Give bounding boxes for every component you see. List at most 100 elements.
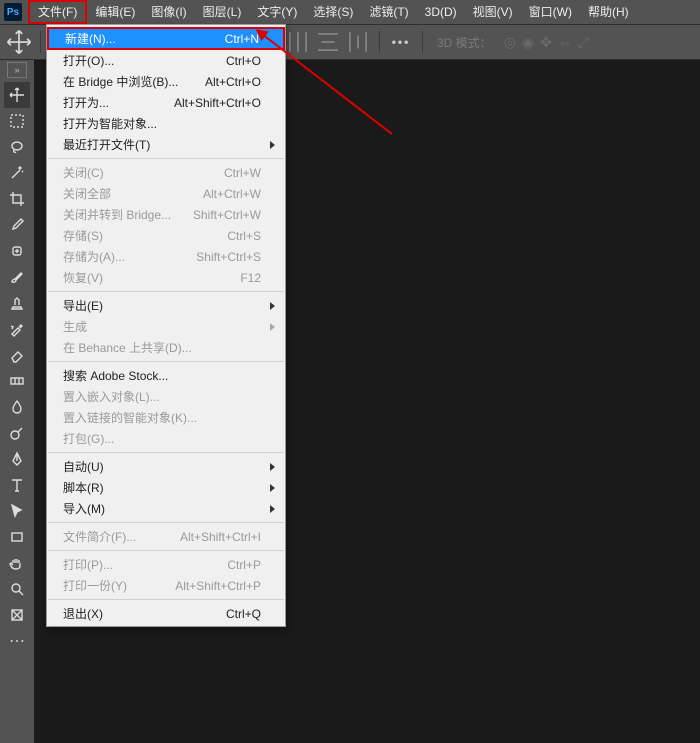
menu-item-自动U[interactable]: 自动(U) <box>47 456 285 477</box>
menu-item-label: 搜索 Adobe Stock... <box>63 367 261 384</box>
menu-图像[interactable]: 图像(I) <box>143 0 194 24</box>
menu-item-label: 打印(P)... <box>63 556 227 573</box>
menu-视图[interactable]: 视图(V) <box>465 0 521 24</box>
eraser-tool[interactable] <box>4 342 30 368</box>
menu-item-shortcut: Alt+Shift+Ctrl+I <box>180 530 261 544</box>
eyedropper-tool[interactable] <box>4 212 30 238</box>
slide-icon[interactable]: ⇔ <box>558 34 572 51</box>
menu-separator <box>48 522 284 523</box>
menu-窗口[interactable]: 窗口(W) <box>521 0 580 24</box>
menu-item-退出X[interactable]: 退出(X)Ctrl+Q <box>47 603 285 624</box>
brush-tool[interactable] <box>4 264 30 290</box>
menu-item-label: 关闭(C) <box>63 164 224 181</box>
marquee-tool[interactable] <box>4 108 30 134</box>
path-selection-tool[interactable] <box>4 498 30 524</box>
menu-文字[interactable]: 文字(Y) <box>249 0 305 24</box>
distribute-vcenter-icon[interactable] <box>285 29 311 55</box>
menu-item-关闭并转到-Bridge: 关闭并转到 Bridge...Shift+Ctrl+W <box>47 204 285 225</box>
menu-item-label: 生成 <box>63 318 261 335</box>
menu-item-shortcut: Alt+Shift+Ctrl+O <box>174 96 261 110</box>
menu-separator <box>48 158 284 159</box>
zoom-tool[interactable] <box>4 576 30 602</box>
separator <box>379 31 380 53</box>
menu-item-打开为[interactable]: 打开为...Alt+Shift+Ctrl+O <box>47 92 285 113</box>
healing-brush-tool[interactable] <box>4 238 30 264</box>
menu-item-最近打开文件T[interactable]: 最近打开文件(T) <box>47 134 285 155</box>
menu-item-导出E[interactable]: 导出(E) <box>47 295 285 316</box>
menu-separator <box>48 550 284 551</box>
menu-item-shortcut: Alt+Shift+Ctrl+P <box>175 579 261 593</box>
menu-item-label: 关闭并转到 Bridge... <box>63 206 193 223</box>
menu-item-label: 退出(X) <box>63 605 226 622</box>
menu-item-label: 存储为(A)... <box>63 248 196 265</box>
orbit-icon[interactable]: ◎ <box>504 34 516 51</box>
menu-item-搜索-Adobe-Stock[interactable]: 搜索 Adobe Stock... <box>47 365 285 386</box>
menu-编辑[interactable]: 编辑(E) <box>87 0 143 24</box>
history-brush-tool[interactable] <box>4 316 30 342</box>
dodge-tool[interactable] <box>4 420 30 446</box>
edit-toolbar-icon[interactable]: ⋯ <box>4 628 30 654</box>
left-toolbar: » ⋯ <box>0 58 34 743</box>
menu-帮助[interactable]: 帮助(H) <box>580 0 637 24</box>
menu-item-打包G: 打包(G)... <box>47 428 285 449</box>
menu-item-新建N[interactable]: 新建(N)...Ctrl+N <box>47 27 285 50</box>
more-options-icon[interactable]: ••• <box>388 29 414 55</box>
menu-item-打开为智能对象[interactable]: 打开为智能对象... <box>47 113 285 134</box>
menu-item-脚本R[interactable]: 脚本(R) <box>47 477 285 498</box>
app-logo: Ps <box>4 3 22 21</box>
pen-tool[interactable] <box>4 446 30 472</box>
menu-item-label: 打印一份(Y) <box>63 577 175 594</box>
menu-item-在-Bridge-中浏览B[interactable]: 在 Bridge 中浏览(B)...Alt+Ctrl+O <box>47 71 285 92</box>
menu-separator <box>48 599 284 600</box>
menu-文件[interactable]: 文件(F) <box>28 0 87 24</box>
distribute-left-icon[interactable] <box>345 29 371 55</box>
menu-选择[interactable]: 选择(S) <box>305 0 361 24</box>
menu-item-导入M[interactable]: 导入(M) <box>47 498 285 519</box>
menu-item-label: 打包(G)... <box>63 430 261 447</box>
menu-item-shortcut: Ctrl+Q <box>226 607 261 621</box>
menu-item-label: 在 Behance 上共享(D)... <box>63 339 261 356</box>
menu-item-label: 在 Bridge 中浏览(B)... <box>63 73 205 90</box>
menu-item-恢复V: 恢复(V)F12 <box>47 267 285 288</box>
move-tool[interactable] <box>4 82 30 108</box>
menubar: Ps 文件(F)编辑(E)图像(I)图层(L)文字(Y)选择(S)滤镜(T)3D… <box>0 0 700 24</box>
3d-mode-label: 3D 模式： <box>437 34 492 51</box>
menu-item-打印一份Y: 打印一份(Y)Alt+Shift+Ctrl+P <box>47 575 285 596</box>
rectangle-tool[interactable] <box>4 524 30 550</box>
lasso-tool[interactable] <box>4 134 30 160</box>
menu-item-关闭全部: 关闭全部Alt+Ctrl+W <box>47 183 285 204</box>
toolbar-collapse-icon[interactable]: » <box>7 62 27 78</box>
zoom-icon[interactable]: ⤢ <box>578 34 589 51</box>
menu-item-存储S: 存储(S)Ctrl+S <box>47 225 285 246</box>
move-tool-indicator[interactable] <box>6 29 32 55</box>
menu-item-label: 打开为... <box>63 94 174 111</box>
roll-icon[interactable]: ◉ <box>522 34 534 51</box>
menu-separator <box>48 452 284 453</box>
separator <box>422 31 423 53</box>
menu-item-label: 恢复(V) <box>63 269 240 286</box>
gradient-tool[interactable] <box>4 368 30 394</box>
menu-item-打开O[interactable]: 打开(O)...Ctrl+O <box>47 50 285 71</box>
distribute-bottom-icon[interactable] <box>315 29 341 55</box>
crop-tool[interactable] <box>4 186 30 212</box>
menu-separator <box>48 291 284 292</box>
menu-item-shortcut: Alt+Ctrl+W <box>203 187 261 201</box>
magic-wand-tool[interactable] <box>4 160 30 186</box>
menu-item-label: 置入嵌入对象(L)... <box>63 388 261 405</box>
hand-tool[interactable] <box>4 550 30 576</box>
pan-icon[interactable]: ✥ <box>540 34 552 51</box>
blur-tool[interactable] <box>4 394 30 420</box>
menu-item-label: 最近打开文件(T) <box>63 136 261 153</box>
menu-item-label: 关闭全部 <box>63 185 203 202</box>
menu-3d[interactable]: 3D(D) <box>417 0 465 24</box>
type-tool[interactable] <box>4 472 30 498</box>
artboard-tool[interactable] <box>4 602 30 628</box>
clone-stamp-tool[interactable] <box>4 290 30 316</box>
3d-mode-icons: ◎ ◉ ✥ ⇔ ⤢ <box>504 34 589 51</box>
menu-图层[interactable]: 图层(L) <box>195 0 250 24</box>
menu-item-shortcut: F12 <box>240 271 261 285</box>
menu-滤镜[interactable]: 滤镜(T) <box>361 0 416 24</box>
menu-item-shortcut: Shift+Ctrl+S <box>196 250 261 264</box>
menu-item-置入嵌入对象L: 置入嵌入对象(L)... <box>47 386 285 407</box>
menu-item-shortcut: Ctrl+P <box>227 558 261 572</box>
